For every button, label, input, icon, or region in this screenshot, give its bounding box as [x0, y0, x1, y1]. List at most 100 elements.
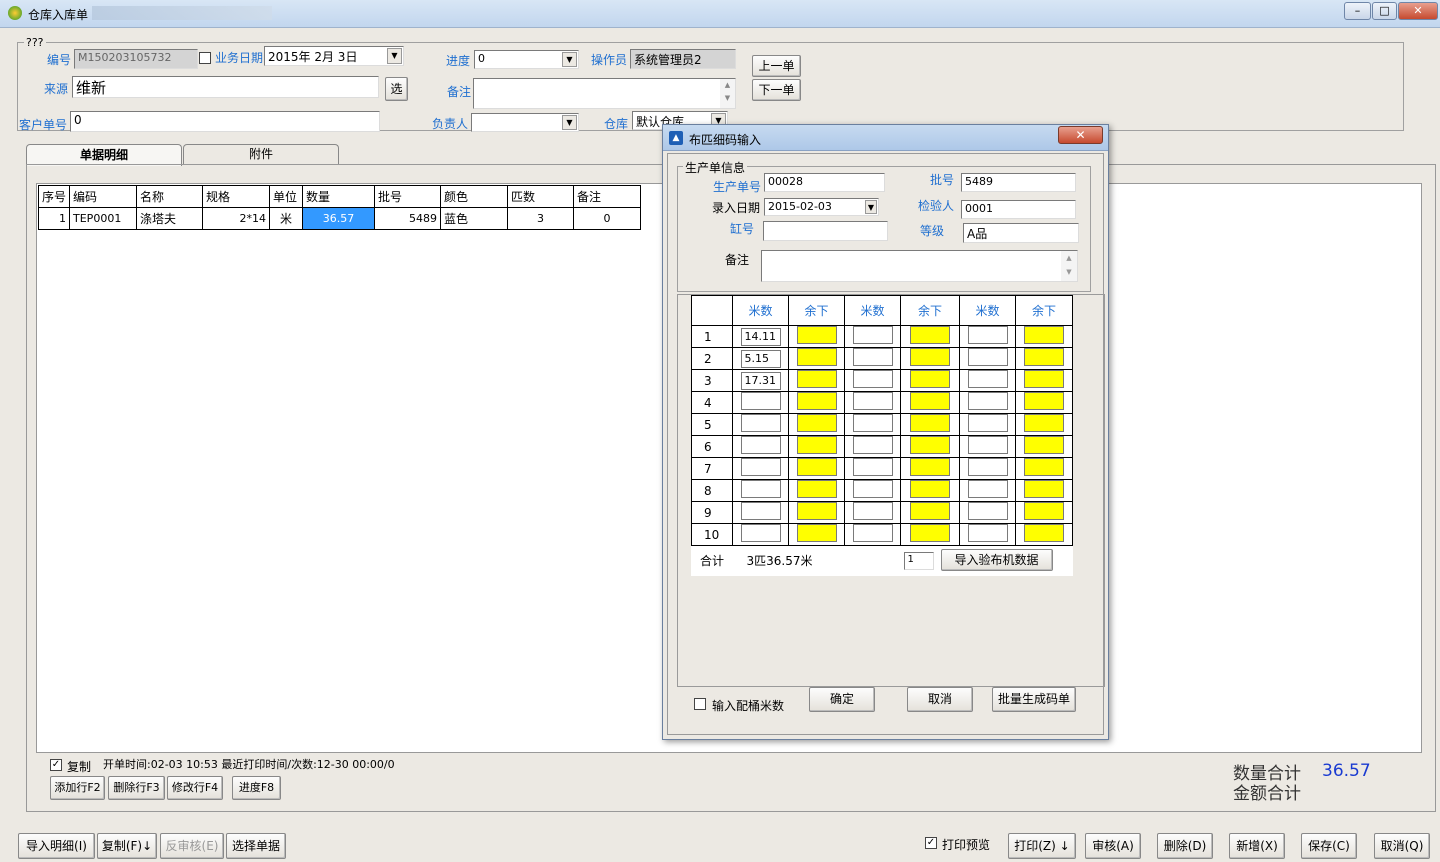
batch-generate-button[interactable]: 批量生成码单 — [992, 687, 1076, 712]
meters-input[interactable] — [852, 502, 893, 520]
meters-cell[interactable]: 17.31 — [732, 369, 789, 392]
tab-detail[interactable]: 单据明细 — [26, 144, 182, 166]
meters-cell[interactable] — [844, 435, 901, 458]
select-bill-button[interactable]: 选择单据 — [226, 833, 286, 859]
meters-cell[interactable] — [844, 413, 901, 436]
meters-input[interactable] — [740, 392, 781, 410]
cell-remark[interactable]: 0 — [573, 207, 642, 230]
cell-batch[interactable]: 5489 — [374, 207, 442, 230]
unaudit-button[interactable]: 反审核(E) — [160, 833, 224, 859]
meters-input[interactable] — [852, 348, 893, 366]
meters-input[interactable] — [740, 436, 781, 454]
meters-cell[interactable] — [844, 479, 901, 502]
meters-input[interactable] — [852, 326, 893, 344]
meters-input[interactable] — [967, 326, 1008, 344]
vat-field[interactable] — [763, 221, 888, 241]
meters-cell[interactable] — [732, 457, 789, 480]
print-preview-checkbox[interactable]: ✓ — [925, 837, 937, 849]
meters-cell[interactable] — [959, 523, 1016, 546]
add-row-button[interactable]: 添加行F2 — [50, 776, 105, 800]
count-field[interactable]: 1 — [903, 552, 934, 570]
meters-cell[interactable] — [959, 347, 1016, 370]
meters-cell[interactable] — [959, 457, 1016, 480]
code-checkbox[interactable] — [199, 52, 211, 64]
bizdate-picker[interactable]: 2015年 2月 3日 ▼ — [264, 46, 404, 66]
delete-row-button[interactable]: 删除行F3 — [108, 776, 165, 800]
meters-input[interactable] — [740, 480, 781, 498]
meters-cell[interactable] — [844, 523, 901, 546]
dialog-title-bar[interactable]: ▲ 布匹细码输入 ✕ — [663, 125, 1108, 151]
owner-select[interactable]: ▼ — [471, 113, 579, 132]
progress-select[interactable]: 0 ▼ — [474, 50, 579, 69]
meters-input[interactable]: 17.31 — [740, 371, 781, 390]
meters-input[interactable] — [852, 524, 893, 542]
meters-input[interactable] — [852, 436, 893, 454]
source-field[interactable]: 维新 — [72, 76, 379, 98]
cell-code[interactable]: TEP0001 — [69, 207, 138, 230]
meters-cell[interactable] — [844, 369, 901, 392]
meters-cell[interactable] — [959, 325, 1016, 348]
cell-pieces[interactable]: 3 — [507, 207, 575, 230]
audit-button[interactable]: 审核(A) — [1085, 833, 1141, 859]
batch-field[interactable]: 5489 — [961, 173, 1076, 192]
meters-cell[interactable] — [844, 325, 901, 348]
add-button[interactable]: 新增(X) — [1229, 833, 1285, 859]
meters-cell[interactable] — [732, 523, 789, 546]
remark-field[interactable] — [473, 78, 736, 109]
meters-cell[interactable] — [844, 391, 901, 414]
meters-input[interactable] — [740, 414, 781, 432]
remark-scrollbar[interactable]: ▲ ▼ — [720, 79, 735, 108]
date-picker[interactable]: 2015-02-03 ▼ — [764, 198, 879, 216]
minimize-button[interactable]: – — [1344, 2, 1371, 20]
meters-cell[interactable] — [959, 391, 1016, 414]
dlg-remark-scrollbar[interactable]: ▲ ▼ — [1061, 251, 1077, 281]
select-source-button[interactable]: 选 — [385, 77, 408, 101]
input-vat-checkbox[interactable] — [694, 698, 706, 710]
meters-input[interactable] — [740, 458, 781, 476]
edit-row-button[interactable]: 修改行F4 — [167, 776, 223, 800]
meters-input[interactable] — [967, 414, 1008, 432]
table-row[interactable]: 1 TEP0001 涤塔夫 2*14 米 36.57 5489 蓝色 3 0 — [37, 207, 642, 230]
meters-input[interactable]: 14.11 — [740, 327, 781, 346]
chevron-down-icon[interactable]: ▼ — [562, 52, 577, 67]
meters-cell[interactable] — [732, 435, 789, 458]
next-bill-button[interactable]: 下一单 — [752, 79, 801, 101]
meters-input[interactable] — [852, 370, 893, 388]
prod-no-field[interactable]: 00028 — [764, 173, 885, 192]
custno-field[interactable]: 0 — [70, 111, 380, 132]
meters-input[interactable] — [967, 370, 1008, 388]
import-detail-button[interactable]: 导入明细(I) — [18, 833, 95, 859]
meters-cell[interactable] — [732, 413, 789, 436]
dialog-cancel-button[interactable]: 取消 — [907, 687, 973, 712]
save-button[interactable]: 保存(C) — [1301, 833, 1357, 859]
close-icon[interactable]: ✕ — [1058, 126, 1103, 144]
import-inspector-data-button[interactable]: 导入验布机数据 — [940, 549, 1053, 571]
print-button[interactable]: 打印(Z) ↓ — [1008, 833, 1076, 859]
meters-input[interactable] — [852, 392, 893, 410]
meters-input[interactable] — [852, 458, 893, 476]
cell-seq[interactable]: 1 — [37, 207, 71, 230]
copy-checkbox[interactable]: ✓ — [50, 759, 62, 771]
meters-cell[interactable] — [732, 479, 789, 502]
meters-cell[interactable]: 14.11 — [732, 325, 789, 348]
copy-button[interactable]: 复制(F)↓ — [97, 833, 157, 859]
meters-input[interactable] — [740, 502, 781, 520]
meters-cell[interactable] — [844, 501, 901, 524]
meters-cell[interactable] — [959, 413, 1016, 436]
meters-input[interactable] — [967, 458, 1008, 476]
maximize-button[interactable]: □ — [1372, 2, 1397, 20]
meters-cell[interactable] — [844, 457, 901, 480]
meters-input[interactable] — [967, 436, 1008, 454]
chevron-down-icon[interactable]: ▼ — [865, 200, 877, 214]
meters-cell[interactable] — [959, 479, 1016, 502]
dlg-remark-field[interactable] — [761, 250, 1078, 282]
meters-cell[interactable] — [732, 391, 789, 414]
grade-field[interactable]: A品 — [963, 223, 1079, 243]
cell-spec[interactable]: 2*14 — [202, 207, 271, 230]
delete-button[interactable]: 删除(D) — [1157, 833, 1213, 859]
progress-f8-button[interactable]: 进度F8 — [232, 776, 281, 800]
cell-name[interactable]: 涤塔夫 — [136, 207, 204, 230]
meters-input[interactable] — [852, 414, 893, 432]
close-window-button[interactable]: ✕ — [1398, 2, 1438, 20]
meters-cell[interactable] — [844, 347, 901, 370]
